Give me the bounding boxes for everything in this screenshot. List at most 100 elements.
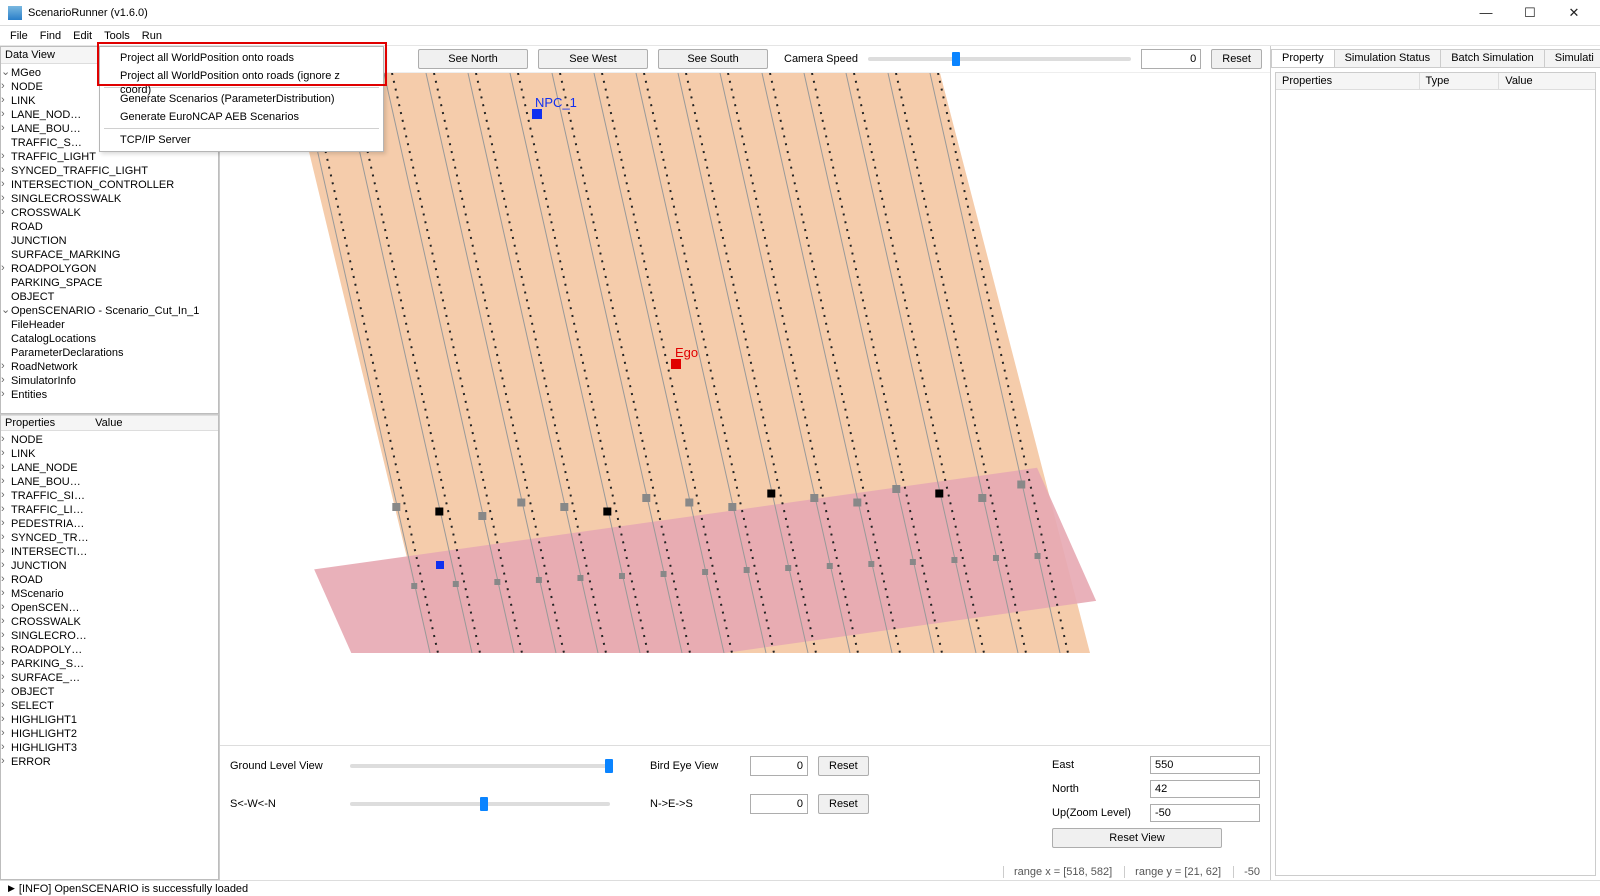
east-label: East xyxy=(1052,759,1142,771)
tree-item[interactable]: OBJECT xyxy=(1,290,218,304)
tab-simulation[interactable]: Simulati xyxy=(1544,49,1600,67)
direction-reset-button[interactable]: Reset xyxy=(818,794,869,814)
ground-level-label: Ground Level View xyxy=(230,760,340,772)
tab-sim-status[interactable]: Simulation Status xyxy=(1334,49,1442,67)
tree-item[interactable]: ROADPOLY… xyxy=(1,643,218,657)
tree-item[interactable]: ParameterDeclarations xyxy=(1,346,218,360)
tree-item[interactable]: OBJECT xyxy=(1,685,218,699)
bird-eye-label: Bird Eye View xyxy=(650,760,740,772)
see-north-button[interactable]: See North xyxy=(418,49,528,69)
tree-item[interactable]: ROAD xyxy=(1,573,218,587)
tree-item[interactable]: HIGHLIGHT1 xyxy=(1,713,218,727)
tree-item[interactable]: Entities xyxy=(1,388,218,402)
tree-item[interactable]: SYNCED_TR… xyxy=(1,531,218,545)
bottom-controls: Ground Level View Bird Eye View Reset S<… xyxy=(220,745,1270,880)
status-bar: [INFO] OpenSCENARIO is successfully load… xyxy=(0,880,1600,896)
tree-item[interactable]: SURFACE_MARKING xyxy=(1,248,218,262)
center-panel: See North See West See South Camera Spee… xyxy=(220,46,1270,880)
tree-item[interactable]: NODE xyxy=(1,433,218,447)
tree-item[interactable]: CatalogLocations xyxy=(1,332,218,346)
menu-item-project-ignore-z[interactable]: Project all WorldPosition onto roads (ig… xyxy=(100,67,383,85)
north-label: North xyxy=(1052,783,1142,795)
tab-property[interactable]: Property xyxy=(1271,49,1335,67)
north-input[interactable] xyxy=(1150,780,1260,798)
tree-item[interactable]: INTERSECTION_CONTROLLER xyxy=(1,178,218,192)
tree-item[interactable]: JUNCTION xyxy=(1,234,218,248)
propgrid-col-props: Properties xyxy=(1276,73,1420,89)
tree-item[interactable]: PARKING_S… xyxy=(1,657,218,671)
menu-file[interactable]: File xyxy=(10,30,28,42)
menu-find[interactable]: Find xyxy=(40,30,61,42)
ground-level-slider[interactable] xyxy=(350,764,610,768)
close-button[interactable]: ✕ xyxy=(1552,2,1596,24)
camera-speed-slider[interactable] xyxy=(868,57,1131,61)
maximize-button[interactable]: ☐ xyxy=(1508,2,1552,24)
tree-item[interactable]: LINK xyxy=(1,447,218,461)
tree-item[interactable]: TRAFFIC_LI… xyxy=(1,503,218,517)
direction-value[interactable] xyxy=(750,794,808,814)
menu-item-gen-aeb[interactable]: Generate EuroNCAP AEB Scenarios xyxy=(100,108,383,126)
tree-item[interactable]: LANE_NODE xyxy=(1,461,218,475)
up-input[interactable] xyxy=(1150,804,1260,822)
tree-item[interactable]: JUNCTION xyxy=(1,559,218,573)
window-title: ScenarioRunner (v1.6.0) xyxy=(28,7,148,19)
tree-item[interactable]: SINGLECROSSWALK xyxy=(1,192,218,206)
tree-item[interactable]: CROSSWALK xyxy=(1,206,218,220)
tree-item[interactable]: OpenSCEN… xyxy=(1,601,218,615)
nes-label: N->E->S xyxy=(650,798,740,810)
menu-item-project[interactable]: Project all WorldPosition onto roads xyxy=(100,49,383,67)
tree-item[interactable]: HIGHLIGHT3 xyxy=(1,741,218,755)
tree-item[interactable]: SimulatorInfo xyxy=(1,374,218,388)
tree-item[interactable]: FileHeader xyxy=(1,318,218,332)
minimize-button[interactable]: — xyxy=(1464,2,1508,24)
ego-marker[interactable] xyxy=(671,359,681,369)
tree-item[interactable]: SINGLECRO… xyxy=(1,629,218,643)
menu-item-gen-scenarios[interactable]: Generate Scenarios (ParameterDistributio… xyxy=(100,90,383,108)
camera-speed-reset-button[interactable]: Reset xyxy=(1211,49,1262,69)
propgrid-col-value: Value xyxy=(1499,73,1595,89)
npc-marker[interactable] xyxy=(532,109,542,119)
see-south-button[interactable]: See South xyxy=(658,49,768,69)
see-west-button[interactable]: See West xyxy=(538,49,648,69)
right-tabs: Property Simulation Status Batch Simulat… xyxy=(1271,46,1600,68)
propgrid-col-type: Type xyxy=(1420,73,1500,89)
tree-item[interactable]: RoadNetwork xyxy=(1,360,218,374)
tree-item[interactable]: ROADPOLYGON xyxy=(1,262,218,276)
tree-item[interactable]: ERROR xyxy=(1,755,218,769)
blue-node[interactable] xyxy=(436,561,444,569)
tree-item[interactable]: OpenSCENARIO - Scenario_Cut_In_1 xyxy=(1,304,218,318)
ego-label: Ego xyxy=(675,345,698,360)
camera-speed-value[interactable] xyxy=(1141,49,1201,69)
tree-item[interactable]: ROAD xyxy=(1,220,218,234)
properties-tree[interactable]: NODELINKLANE_NODELANE_BOU…TRAFFIC_SI…TRA… xyxy=(1,431,218,771)
tree-item[interactable]: INTERSECTI… xyxy=(1,545,218,559)
east-input[interactable] xyxy=(1150,756,1260,774)
tree-item[interactable]: SURFACE_… xyxy=(1,671,218,685)
tree-item[interactable]: PEDESTRIA… xyxy=(1,517,218,531)
reset-view-button[interactable]: Reset View xyxy=(1052,828,1222,848)
tree-item[interactable]: TRAFFIC_SI… xyxy=(1,489,218,503)
tree-item[interactable]: CROSSWALK xyxy=(1,615,218,629)
ground-reset-button[interactable]: Reset xyxy=(818,756,869,776)
menu-tools[interactable]: Tools xyxy=(104,30,130,42)
menu-bar: File Find Edit Tools Run xyxy=(0,26,1600,46)
viewport[interactable]: NPC_1 Ego xyxy=(220,72,1270,745)
tree-item[interactable]: LANE_BOU… xyxy=(1,475,218,489)
menu-item-tcp[interactable]: TCP/IP Server xyxy=(100,131,383,149)
swn-label: S<-W<-N xyxy=(230,798,340,810)
tree-item[interactable]: PARKING_SPACE xyxy=(1,276,218,290)
tree-item[interactable]: TRAFFIC_LIGHT xyxy=(1,150,218,164)
property-grid[interactable]: Properties Type Value xyxy=(1275,72,1596,876)
tools-dropdown: Project all WorldPosition onto roads Pro… xyxy=(99,46,384,152)
tab-batch-sim[interactable]: Batch Simulation xyxy=(1440,49,1545,67)
tree-item[interactable]: SELECT xyxy=(1,699,218,713)
ground-level-value[interactable] xyxy=(750,756,808,776)
tree-item[interactable]: SYNCED_TRAFFIC_LIGHT xyxy=(1,164,218,178)
direction-slider[interactable] xyxy=(350,802,610,806)
menu-run[interactable]: Run xyxy=(142,30,162,42)
up-label: Up(Zoom Level) xyxy=(1052,807,1142,819)
right-panel: Property Simulation Status Batch Simulat… xyxy=(1270,46,1600,880)
tree-item[interactable]: MScenario xyxy=(1,587,218,601)
menu-edit[interactable]: Edit xyxy=(73,30,92,42)
tree-item[interactable]: HIGHLIGHT2 xyxy=(1,727,218,741)
